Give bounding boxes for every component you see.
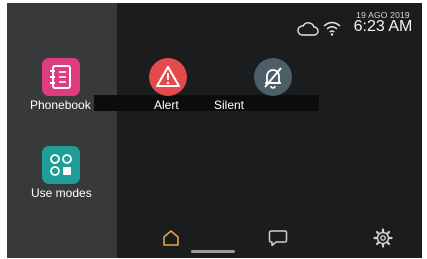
cloud-icon [297,22,319,36]
warning-triangle-icon[interactable] [149,58,187,96]
phonebook-icon[interactable] [42,58,80,96]
status-bar: 19 AGO 2019 6:23 AM [278,7,418,41]
app-label-silent: Silent [214,98,245,112]
device-screen: 19 AGO 2019 6:23 AM Phonebook Alert Sile… [7,3,422,258]
status-time: 6:23 AM [353,18,413,35]
bottom-nav [117,218,422,258]
chat-icon[interactable] [268,229,288,247]
modes-grid-icon[interactable] [42,146,80,184]
app-label-alert: Alert [154,98,179,112]
app-label-phonebook: Phonebook [30,98,91,112]
app-label-use-modes: Use modes [31,186,92,200]
muted-bell-icon[interactable] [254,58,292,96]
home-indicator [191,250,235,253]
settings-gear-icon[interactable] [373,228,393,248]
sidebar-panel [7,3,117,258]
label-strip [94,95,319,111]
home-icon[interactable] [161,228,181,248]
wifi-icon [323,21,341,36]
